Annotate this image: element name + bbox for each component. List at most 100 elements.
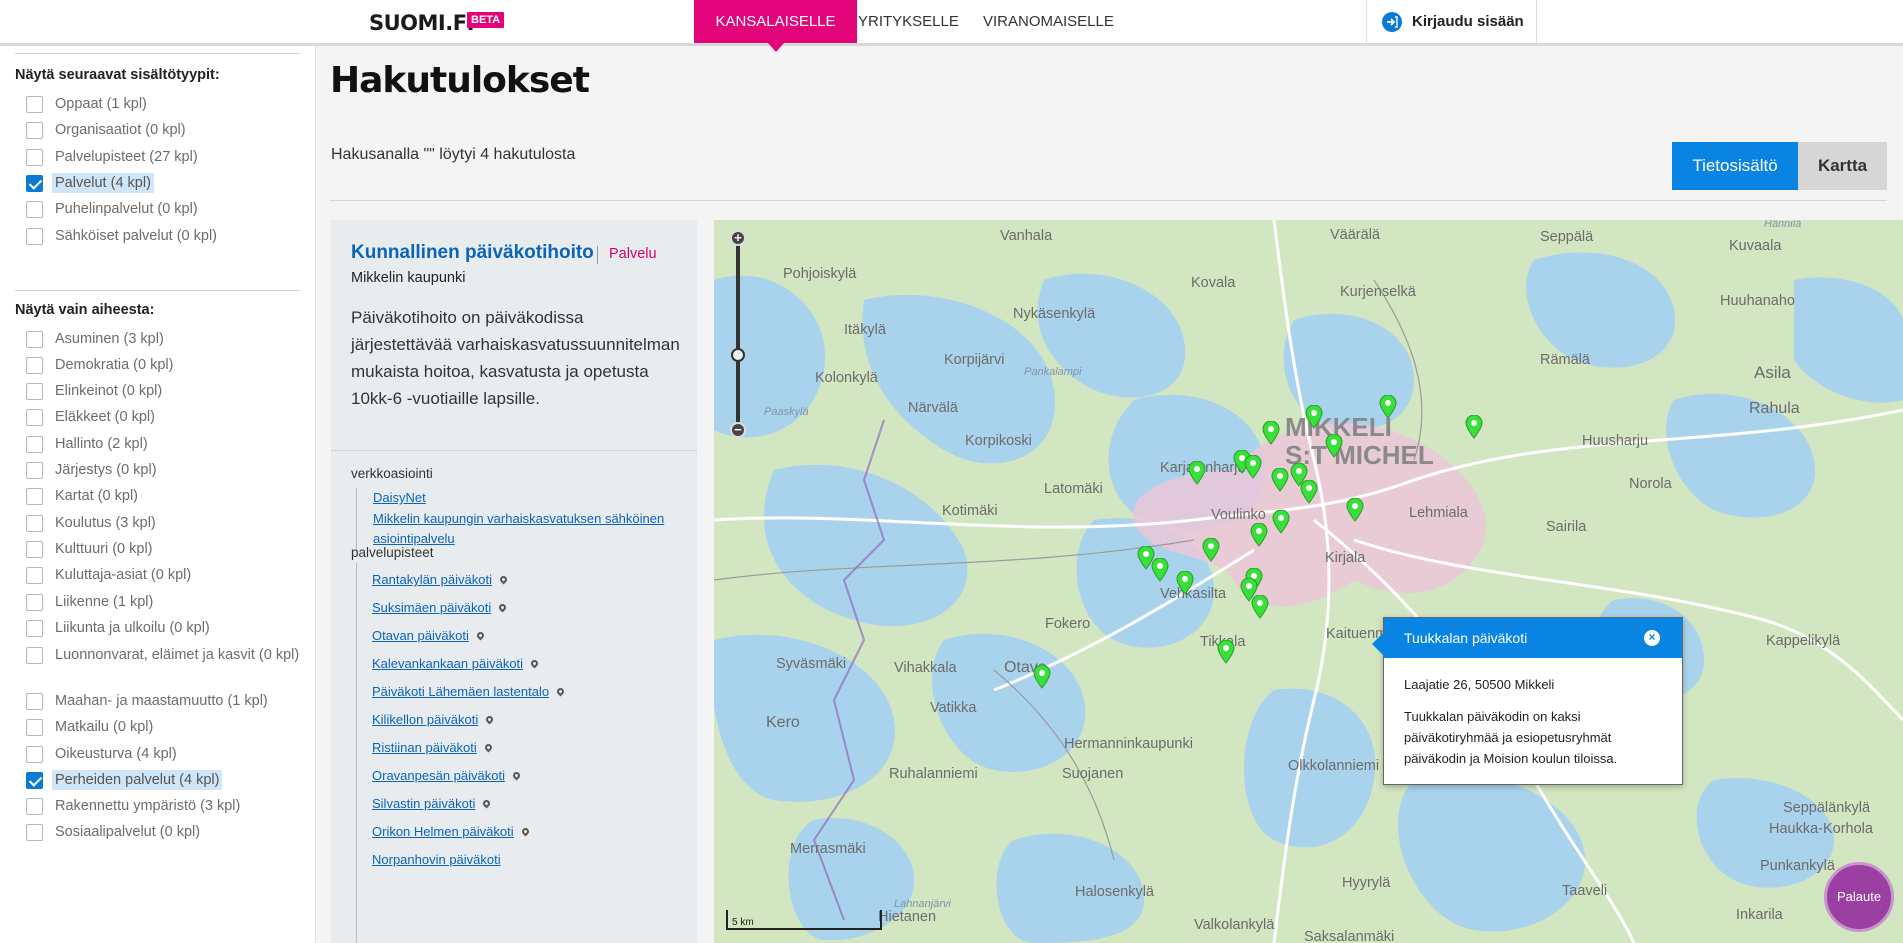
map-pin-icon[interactable] [481,798,492,809]
checkbox[interactable] [26,96,43,113]
filter-label: Sosiaalipalvelut (0 kpl) [55,824,201,840]
place-label: Syväsmäki [776,656,847,672]
map-background [714,220,1903,943]
map-marker-icon[interactable] [1033,665,1051,689]
place-label: Halosenkylä [1075,884,1154,900]
map-marker-icon[interactable] [1346,498,1364,522]
checkbox[interactable] [26,620,43,637]
map-scale-bar: 5 km [726,910,882,930]
login-button[interactable]: Kirjaudu sisään [1366,0,1537,43]
map-marker-icon[interactable] [1176,571,1194,595]
checkbox-checked[interactable] [26,175,43,192]
filter-label: Puhelinpalvelut (0 kpl) [55,201,198,217]
checkbox[interactable] [26,409,43,426]
map-pin-icon[interactable] [511,770,522,781]
map-marker-icon[interactable] [1272,510,1290,534]
location-link[interactable]: Silvastin päiväkoti [372,796,492,816]
place-label: Norola [1629,476,1672,492]
map-marker-icon[interactable] [1305,405,1323,429]
location-link[interactable]: Kilikellon päiväkoti [372,712,495,732]
map-pin-icon[interactable] [555,686,566,697]
location-link[interactable]: Ristiinan päiväkoti [372,740,494,760]
checkbox[interactable] [26,594,43,611]
map-pin-icon[interactable] [498,574,509,585]
filter-label: Luonnonvarat, eläimet ja kasvit (0 kpl) [55,647,300,663]
location-link[interactable]: Päiväkoti Lähemäen lastentalo [372,684,566,704]
checkbox[interactable] [26,488,43,505]
location-link[interactable]: Otavan päiväkoti [372,628,486,648]
place-label: Lehmiala [1409,505,1468,521]
divider [15,290,300,291]
online-link-eservice[interactable]: Mikkelin kaupungin varhaiskasvatuksen sä… [373,509,686,550]
place-label: Sairila [1546,519,1587,535]
place-label: Seppälä [1540,229,1594,245]
map-marker-icon[interactable] [1250,523,1268,547]
map-marker-icon[interactable] [1271,468,1289,492]
map-pin-icon[interactable] [484,714,495,725]
checkbox[interactable] [26,357,43,374]
result-type-badge: Palvelu [609,246,657,262]
checkbox[interactable] [26,462,43,479]
view-map-button[interactable]: Kartta [1798,142,1887,190]
checkbox[interactable] [26,719,43,736]
map-marker-icon[interactable] [1202,538,1220,562]
checkbox[interactable] [26,201,43,218]
view-content-button[interactable]: Tietosisältö [1672,142,1798,190]
result-title-link[interactable]: Kunnallinen päiväkotihoito [351,242,594,264]
map-marker-icon[interactable] [1300,480,1318,504]
map-pin-icon[interactable] [483,742,494,753]
tab-kansalaiselle[interactable]: KANSALAISELLE [694,0,857,52]
tab-viranomaiselle[interactable]: VIRANOMAISELLE [983,0,1114,43]
close-icon[interactable]: × [1644,630,1660,646]
map-pin-icon[interactable] [497,602,508,613]
location-link[interactable]: Norpanhovin päiväkoti [372,852,501,872]
place-label: Suojanen [1062,766,1124,782]
zoom-slider-track[interactable] [736,242,740,428]
zoom-in-button[interactable]: + [730,230,746,246]
zoom-out-button[interactable]: − [730,422,746,438]
map-marker-icon[interactable] [1244,455,1262,479]
map-pin-icon[interactable] [520,826,531,837]
checkbox[interactable] [26,693,43,710]
location-link[interactable]: Rantakylän päiväkoti [372,572,509,592]
checkbox[interactable] [26,515,43,532]
location-link[interactable]: Kalevankankaan päiväkoti [372,656,540,676]
filter-label: Eläkkeet (0 kpl) [55,409,155,425]
location-link[interactable]: Suksimäen päiväkoti [372,600,508,620]
checkbox[interactable] [26,647,43,664]
zoom-slider-handle[interactable] [731,348,745,362]
map-pin-icon[interactable] [475,630,486,641]
map-marker-icon[interactable] [1325,434,1343,458]
checkbox[interactable] [26,228,43,245]
checkbox-checked[interactable] [26,772,43,789]
checkbox[interactable] [26,383,43,400]
location-link[interactable]: Oravanpesän päiväkoti [372,768,522,788]
feedback-button[interactable]: Palaute [1824,862,1894,932]
checkbox[interactable] [26,122,43,139]
checkbox[interactable] [26,824,43,841]
map-marker-icon[interactable] [1151,558,1169,582]
checkbox[interactable] [26,567,43,584]
map-marker-icon[interactable] [1251,595,1269,619]
place-label: Pohjoiskylä [783,266,857,282]
map-view[interactable]: Vanhala Väärälä Seppälä Kuvaala Hännilä … [714,220,1903,943]
filter-label: Järjestys (0 kpl) [55,462,157,478]
online-link-daisynet[interactable]: DaisyNet [373,488,686,509]
location-link-label: Rantakylän päiväkoti [372,572,492,587]
tab-yritykselle[interactable]: YRITYKSELLE [858,0,959,43]
place-label: Lahnanjärvi [894,898,951,910]
checkbox[interactable] [26,746,43,763]
location-link[interactable]: Orikon Helmen päiväkoti [372,824,531,844]
checkbox[interactable] [26,541,43,558]
suomi-fi-logo[interactable]: SUOMI.FI [369,11,474,35]
map-marker-icon[interactable] [1262,421,1280,445]
map-marker-icon[interactable] [1217,640,1235,664]
map-pin-icon[interactable] [529,658,540,669]
map-marker-icon[interactable] [1379,395,1397,419]
checkbox[interactable] [26,149,43,166]
checkbox[interactable] [26,798,43,815]
map-marker-icon[interactable] [1465,415,1483,439]
map-marker-icon[interactable] [1188,461,1206,485]
checkbox[interactable] [26,436,43,453]
checkbox[interactable] [26,331,43,348]
